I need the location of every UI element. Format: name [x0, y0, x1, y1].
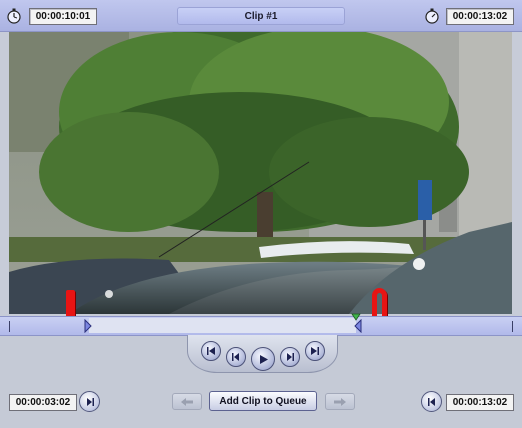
in-point-handle[interactable]	[83, 319, 93, 333]
play-button[interactable]	[251, 347, 275, 371]
arrow-right-icon	[334, 397, 346, 406]
set-out-point-button[interactable]	[421, 391, 442, 412]
in-point-time-field[interactable]: 00:00:03:02	[9, 394, 77, 411]
play-icon	[259, 354, 268, 364]
stopwatch-icon	[7, 8, 21, 24]
transport-controls	[187, 335, 338, 373]
clip-title: Clip #1	[177, 7, 345, 25]
step-back-icon	[232, 353, 239, 361]
go-to-end-icon	[311, 347, 319, 355]
next-button[interactable]	[325, 393, 355, 410]
go-to-start-button[interactable]	[201, 341, 221, 361]
timeline-start-tick	[9, 321, 10, 332]
clip-editor-window: 00:00:10:01 Clip #1 00:00:13:02 00:00:03…	[0, 0, 522, 428]
previous-button[interactable]	[172, 393, 202, 410]
go-to-start-icon	[207, 347, 215, 355]
transport-bar	[0, 335, 522, 428]
set-in-point-button[interactable]	[79, 391, 100, 412]
step-back-button[interactable]	[226, 347, 246, 367]
step-forward-icon	[287, 353, 294, 361]
top-bar: 00:00:10:01 Clip #1 00:00:13:02	[0, 0, 522, 32]
video-preview	[9, 32, 512, 314]
step-forward-button[interactable]	[280, 347, 300, 367]
video-frame-image	[9, 32, 512, 314]
timeline-scrubber[interactable]	[0, 313, 522, 336]
out-point-time-field[interactable]: 00:00:13:02	[446, 394, 514, 411]
timeline-end-tick	[512, 321, 513, 332]
set-out-point-icon	[427, 397, 435, 406]
set-in-point-icon	[86, 397, 94, 406]
selected-range	[89, 318, 356, 333]
out-point-handle[interactable]	[353, 319, 363, 333]
playhead-icon[interactable]	[351, 313, 361, 321]
current-time-display: 00:00:10:01	[29, 8, 97, 25]
go-to-end-button[interactable]	[305, 341, 325, 361]
add-clip-to-queue-button[interactable]: Add Clip to Queue	[209, 391, 317, 411]
duration-display: 00:00:13:02	[446, 8, 514, 25]
stopwatch-icon	[425, 8, 439, 24]
arrow-left-icon	[181, 397, 193, 406]
